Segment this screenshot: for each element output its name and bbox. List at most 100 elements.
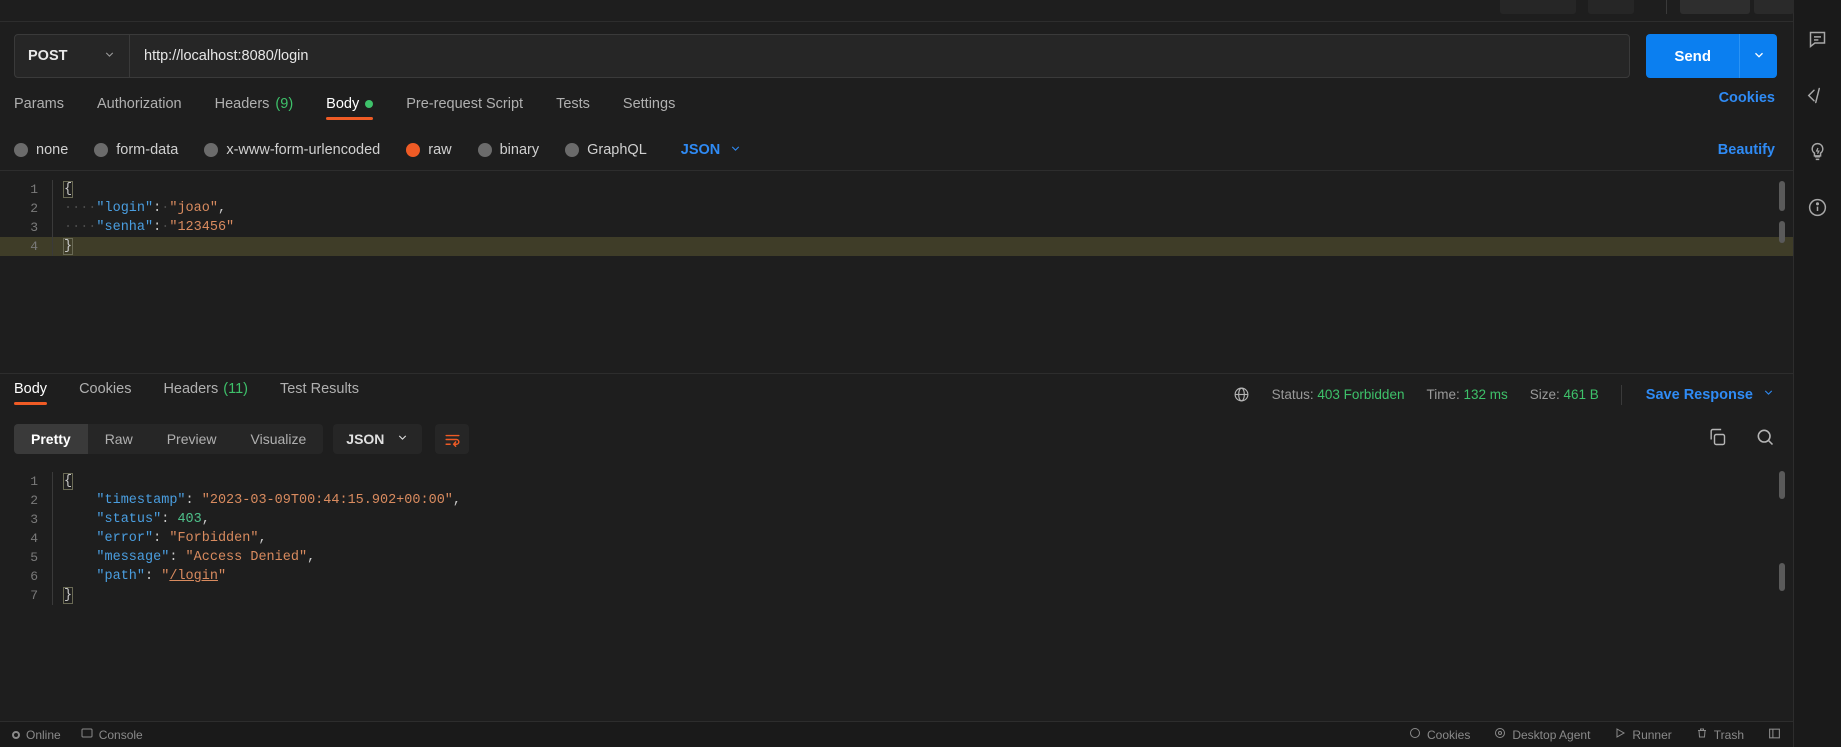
request-tab-count: (9) bbox=[275, 96, 294, 112]
status-runner[interactable]: Runner bbox=[1614, 727, 1672, 742]
body-type-raw[interactable]: raw bbox=[406, 142, 452, 158]
code-icon[interactable] bbox=[1805, 82, 1831, 108]
response-tab-cookies[interactable]: Cookies bbox=[79, 381, 131, 408]
code-line[interactable]: 6 "path": "/login" bbox=[0, 567, 1793, 586]
code-line[interactable]: 3 ····"senha":·"123456" bbox=[0, 218, 1793, 237]
url-input[interactable] bbox=[130, 35, 1630, 77]
http-method-label: POST bbox=[28, 48, 68, 64]
lightbulb-icon[interactable] bbox=[1805, 138, 1831, 164]
code-line[interactable]: 1{ bbox=[0, 180, 1793, 199]
response-editor-scrollbar-2[interactable] bbox=[1779, 563, 1785, 591]
code-line[interactable]: 7} bbox=[0, 586, 1793, 605]
line-number: 4 bbox=[30, 531, 38, 546]
response-tab-test-results[interactable]: Test Results bbox=[280, 381, 359, 408]
response-code-area[interactable]: 1{2 "timestamp": "2023-03-09T00:44:15.90… bbox=[0, 463, 1793, 605]
code-line[interactable]: 1{ bbox=[0, 472, 1793, 491]
status-trash-label: Trash bbox=[1713, 727, 1744, 742]
info-icon[interactable] bbox=[1805, 194, 1831, 220]
request-tab-params[interactable]: Params bbox=[14, 96, 64, 124]
request-tab-label: Headers bbox=[214, 96, 270, 112]
response-tab-body[interactable]: Body bbox=[14, 381, 48, 408]
search-icon[interactable] bbox=[1755, 427, 1775, 452]
body-type-none[interactable]: none bbox=[14, 142, 68, 158]
copy-icon[interactable] bbox=[1707, 427, 1727, 452]
line-content: "path": "/login" bbox=[52, 567, 1793, 586]
response-editor-scrollbar[interactable] bbox=[1779, 471, 1785, 499]
tab-ghost-4[interactable] bbox=[1754, 0, 1794, 14]
request-tab-tests[interactable]: Tests bbox=[556, 96, 590, 124]
view-mode-visualize[interactable]: Visualize bbox=[234, 424, 324, 454]
line-number: 2 bbox=[30, 493, 38, 508]
comment-icon[interactable] bbox=[1805, 26, 1831, 52]
body-type-graphql[interactable]: GraphQL bbox=[565, 142, 647, 158]
view-mode-raw[interactable]: Raw bbox=[88, 424, 150, 454]
request-tab-label: Tests bbox=[556, 96, 590, 112]
request-tab-settings[interactable]: Settings bbox=[623, 96, 675, 124]
request-editor-scrollbar[interactable] bbox=[1779, 181, 1785, 211]
radio-icon bbox=[204, 143, 219, 157]
runner-icon bbox=[1614, 727, 1626, 742]
line-number: 3 bbox=[30, 512, 38, 527]
response-tab-label: Body bbox=[14, 381, 48, 397]
raw-format-select[interactable]: JSON bbox=[681, 142, 743, 159]
code-line[interactable]: 5 "message": "Access Denied", bbox=[0, 548, 1793, 567]
tab-ghost-2[interactable] bbox=[1588, 0, 1634, 14]
view-mode-pretty[interactable]: Pretty bbox=[14, 424, 88, 454]
response-view-toolbar: Pretty Raw Preview Visualize JSON bbox=[0, 415, 1793, 463]
body-type-form-data[interactable]: form-data bbox=[94, 142, 178, 158]
request-tab-body[interactable]: Body bbox=[326, 96, 374, 124]
code-line[interactable]: 2 ····"login":·"joao", bbox=[0, 199, 1793, 218]
request-body-editor[interactable]: 1{2 ····"login":·"joao", 3 ····"senha":·"12… bbox=[0, 170, 1793, 373]
layout-icon[interactable] bbox=[1768, 727, 1781, 743]
line-content: "message": "Access Denied", bbox=[52, 548, 1793, 567]
word-wrap-button[interactable] bbox=[435, 424, 470, 454]
request-editor-scrollbar-2[interactable] bbox=[1779, 221, 1785, 243]
status-bar: Online Console Cookies Desktop Agent Run… bbox=[0, 721, 1793, 747]
save-response-button[interactable]: Save Response bbox=[1646, 386, 1775, 403]
send-options-button[interactable] bbox=[1739, 34, 1777, 78]
response-tab-headers[interactable]: Headers (11) bbox=[163, 381, 248, 408]
body-type-binary[interactable]: binary bbox=[477, 142, 540, 158]
code-line[interactable]: 2 "timestamp": "2023-03-09T00:44:15.902+… bbox=[0, 491, 1793, 510]
response-meta: Status: 403 Forbidden Time: 132 ms Size: 4… bbox=[1233, 384, 1775, 405]
main-panel: POST Send Params Authorization Headers (9) B… bbox=[0, 0, 1794, 747]
request-tab-pre-request-script[interactable]: Pre-request Script bbox=[406, 96, 523, 124]
http-method-select[interactable]: POST bbox=[15, 35, 130, 77]
tab-strip-remnant bbox=[0, 0, 1794, 22]
trash-icon bbox=[1696, 727, 1708, 742]
request-tab-authorization[interactable]: Authorization bbox=[97, 96, 182, 124]
status-desktop-agent[interactable]: Desktop Agent bbox=[1494, 727, 1590, 742]
code-line[interactable]: 4 "error": "Forbidden", bbox=[0, 529, 1793, 548]
radio-icon bbox=[406, 143, 421, 157]
body-type-label: GraphQL bbox=[587, 142, 647, 158]
status-cookies[interactable]: Cookies bbox=[1409, 727, 1470, 742]
request-cookies-link[interactable]: Cookies bbox=[1719, 90, 1775, 106]
request-tab-headers[interactable]: Headers (9) bbox=[215, 96, 294, 124]
line-content: { bbox=[52, 180, 1793, 199]
response-tab-count: (11) bbox=[223, 381, 248, 397]
body-type-label: raw bbox=[428, 142, 452, 158]
status-trash[interactable]: Trash bbox=[1696, 727, 1744, 742]
response-format-select[interactable]: JSON bbox=[333, 424, 423, 454]
code-line[interactable]: 3 "status": 403, bbox=[0, 510, 1793, 529]
body-type-row: none form-data x-www-form-urlencoded raw bin… bbox=[0, 130, 1793, 170]
chevron-down-icon bbox=[103, 48, 116, 65]
chevron-down-icon bbox=[729, 142, 742, 159]
time-badge: Time: 132 ms bbox=[1426, 387, 1508, 402]
body-type-label: binary bbox=[499, 142, 540, 158]
send-group: Send bbox=[1646, 34, 1777, 78]
line-content: ····"login":·"joao", bbox=[52, 199, 1793, 218]
beautify-link[interactable]: Beautify bbox=[1718, 142, 1775, 158]
postman-window: POST Send Params Authorization Headers (9) B… bbox=[0, 0, 1841, 747]
status-console[interactable]: Console bbox=[81, 727, 143, 742]
response-body-editor[interactable]: 1{2 "timestamp": "2023-03-09T00:44:15.90… bbox=[0, 463, 1793, 638]
body-type-x-www-form-urlencoded[interactable]: x-www-form-urlencoded bbox=[204, 142, 380, 158]
request-tab-label: Authorization bbox=[96, 96, 182, 112]
tab-ghost-3[interactable] bbox=[1680, 0, 1750, 14]
code-line[interactable]: 4} bbox=[0, 237, 1793, 256]
request-code-area[interactable]: 1{2 ····"login":·"joao", 3 ····"senha":·"12… bbox=[0, 171, 1793, 256]
view-mode-preview[interactable]: Preview bbox=[150, 424, 234, 454]
status-online[interactable]: Online bbox=[12, 728, 61, 742]
tab-ghost-1[interactable] bbox=[1500, 0, 1576, 14]
send-button[interactable]: Send bbox=[1646, 34, 1739, 78]
